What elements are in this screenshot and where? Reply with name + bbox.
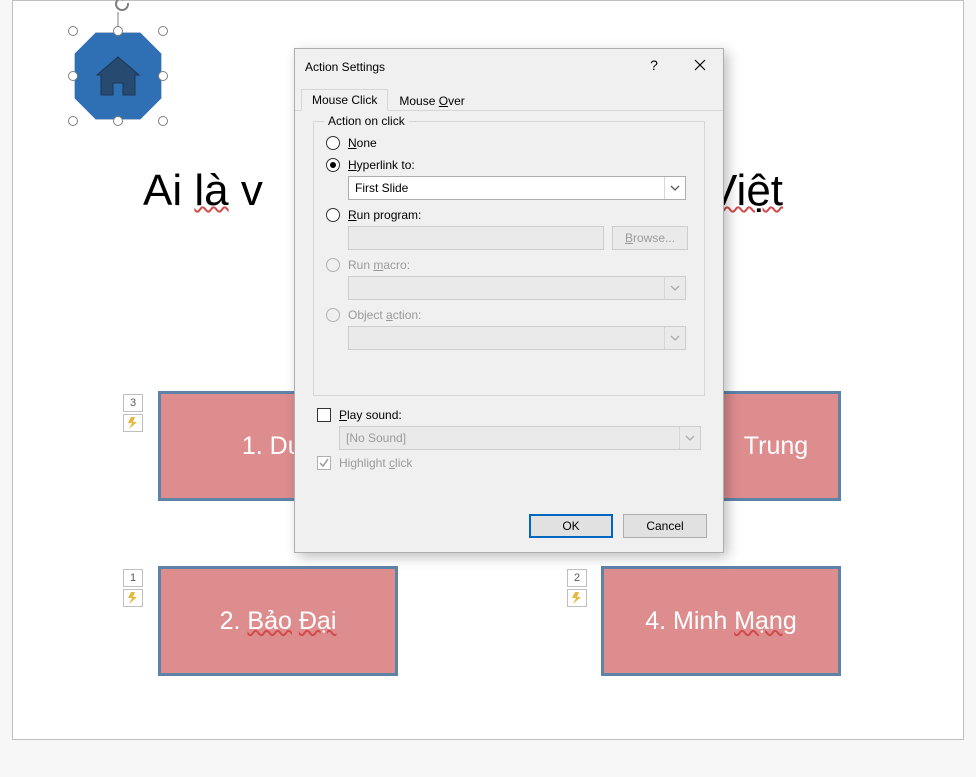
- radio-none[interactable]: [326, 136, 340, 150]
- resize-handle[interactable]: [113, 116, 123, 126]
- title-part-wavy: là: [194, 166, 228, 215]
- answer-box-4[interactable]: 4. Minh Mạng: [601, 566, 841, 676]
- resize-handle[interactable]: [113, 26, 123, 36]
- play-sound-row[interactable]: Play sound:: [317, 408, 705, 422]
- dialog-footer: OK Cancel: [529, 514, 707, 538]
- highlight-click-checkbox: [317, 456, 331, 470]
- radio-hyperlink-label: Hyperlink to:: [348, 158, 415, 172]
- chevron-down-icon: [679, 427, 699, 449]
- rotate-line: [117, 12, 119, 26]
- radio-hyperlink[interactable]: [326, 158, 340, 172]
- resize-handle[interactable]: [68, 71, 78, 81]
- chevron-down-icon: [664, 327, 684, 349]
- rotate-handle-icon[interactable]: [113, 0, 131, 13]
- tab-label: Mouse Over: [399, 94, 464, 108]
- chevron-down-icon: [664, 277, 684, 299]
- object-action-combo: [348, 326, 686, 350]
- title-part: v: [229, 166, 263, 215]
- anim-trigger-icon[interactable]: [567, 589, 587, 607]
- radio-object-action: [326, 308, 340, 322]
- play-sound-checkbox[interactable]: [317, 408, 331, 422]
- radio-object-action-label: Object action:: [348, 308, 421, 322]
- title-part: Ai: [143, 166, 194, 215]
- run-macro-combo: [348, 276, 686, 300]
- radio-hyperlink-row[interactable]: Hyperlink to:: [326, 158, 692, 172]
- anim-order-badge[interactable]: 3: [123, 394, 143, 412]
- browse-button: Browse...: [612, 226, 688, 250]
- close-icon: [694, 59, 706, 71]
- answer-label: 4. Minh Mạng: [645, 607, 796, 636]
- sound-value: [No Sound]: [346, 431, 406, 445]
- resize-handle[interactable]: [68, 116, 78, 126]
- resize-handle[interactable]: [158, 26, 168, 36]
- browse-label: Browse...: [625, 231, 675, 245]
- radio-run-macro-row: Run macro:: [326, 258, 692, 272]
- radio-run-macro-label: Run macro:: [348, 258, 410, 272]
- cancel-button[interactable]: Cancel: [623, 514, 707, 538]
- anim-order-badge[interactable]: 1: [123, 569, 143, 587]
- chevron-down-icon: [664, 177, 684, 199]
- action-on-click-group: Action on click None Hyperlink to: First…: [313, 121, 705, 396]
- sound-combo: [No Sound]: [339, 426, 701, 450]
- play-sound-label: Play sound:: [339, 408, 402, 422]
- highlight-click-label: Highlight click: [339, 456, 412, 470]
- radio-run-program-label: Run program:: [348, 208, 421, 222]
- radio-run-program-row[interactable]: Run program:: [326, 208, 692, 222]
- radio-none-row[interactable]: None: [326, 136, 692, 150]
- radio-object-action-row: Object action:: [326, 308, 692, 322]
- close-button[interactable]: [677, 49, 723, 81]
- radio-none-label: None: [348, 136, 377, 150]
- hyperlink-combo[interactable]: First Slide: [348, 176, 686, 200]
- resize-handle[interactable]: [158, 116, 168, 126]
- tab-strip: Mouse Click Mouse Over: [295, 85, 723, 111]
- anim-order-badge[interactable]: 2: [567, 569, 587, 587]
- radio-run-macro: [326, 258, 340, 272]
- slide-title: Ai là v Việt: [143, 166, 263, 216]
- dialog-body: Action on click None Hyperlink to: First…: [295, 111, 723, 470]
- ok-button[interactable]: OK: [529, 514, 613, 538]
- highlight-click-row: Highlight click: [317, 456, 705, 470]
- resize-handle[interactable]: [158, 71, 168, 81]
- hyperlink-value: First Slide: [355, 181, 408, 195]
- selected-shape-home[interactable]: [73, 31, 163, 121]
- run-program-field: [348, 226, 604, 250]
- anim-trigger-icon[interactable]: [123, 414, 143, 432]
- fieldset-legend: Action on click: [324, 114, 409, 128]
- answer-label: 2. Bảo Đại: [220, 607, 337, 636]
- home-icon: [93, 53, 143, 101]
- help-button[interactable]: ?: [631, 49, 677, 81]
- tab-mouse-click[interactable]: Mouse Click: [301, 89, 388, 111]
- anim-trigger-icon[interactable]: [123, 589, 143, 607]
- resize-handle[interactable]: [68, 26, 78, 36]
- tab-mouse-over[interactable]: Mouse Over: [388, 90, 475, 111]
- action-settings-dialog: Action Settings ? Mouse Click Mouse Over…: [294, 48, 724, 553]
- radio-run-program[interactable]: [326, 208, 340, 222]
- answer-box-2[interactable]: 2. Bảo Đại: [158, 566, 398, 676]
